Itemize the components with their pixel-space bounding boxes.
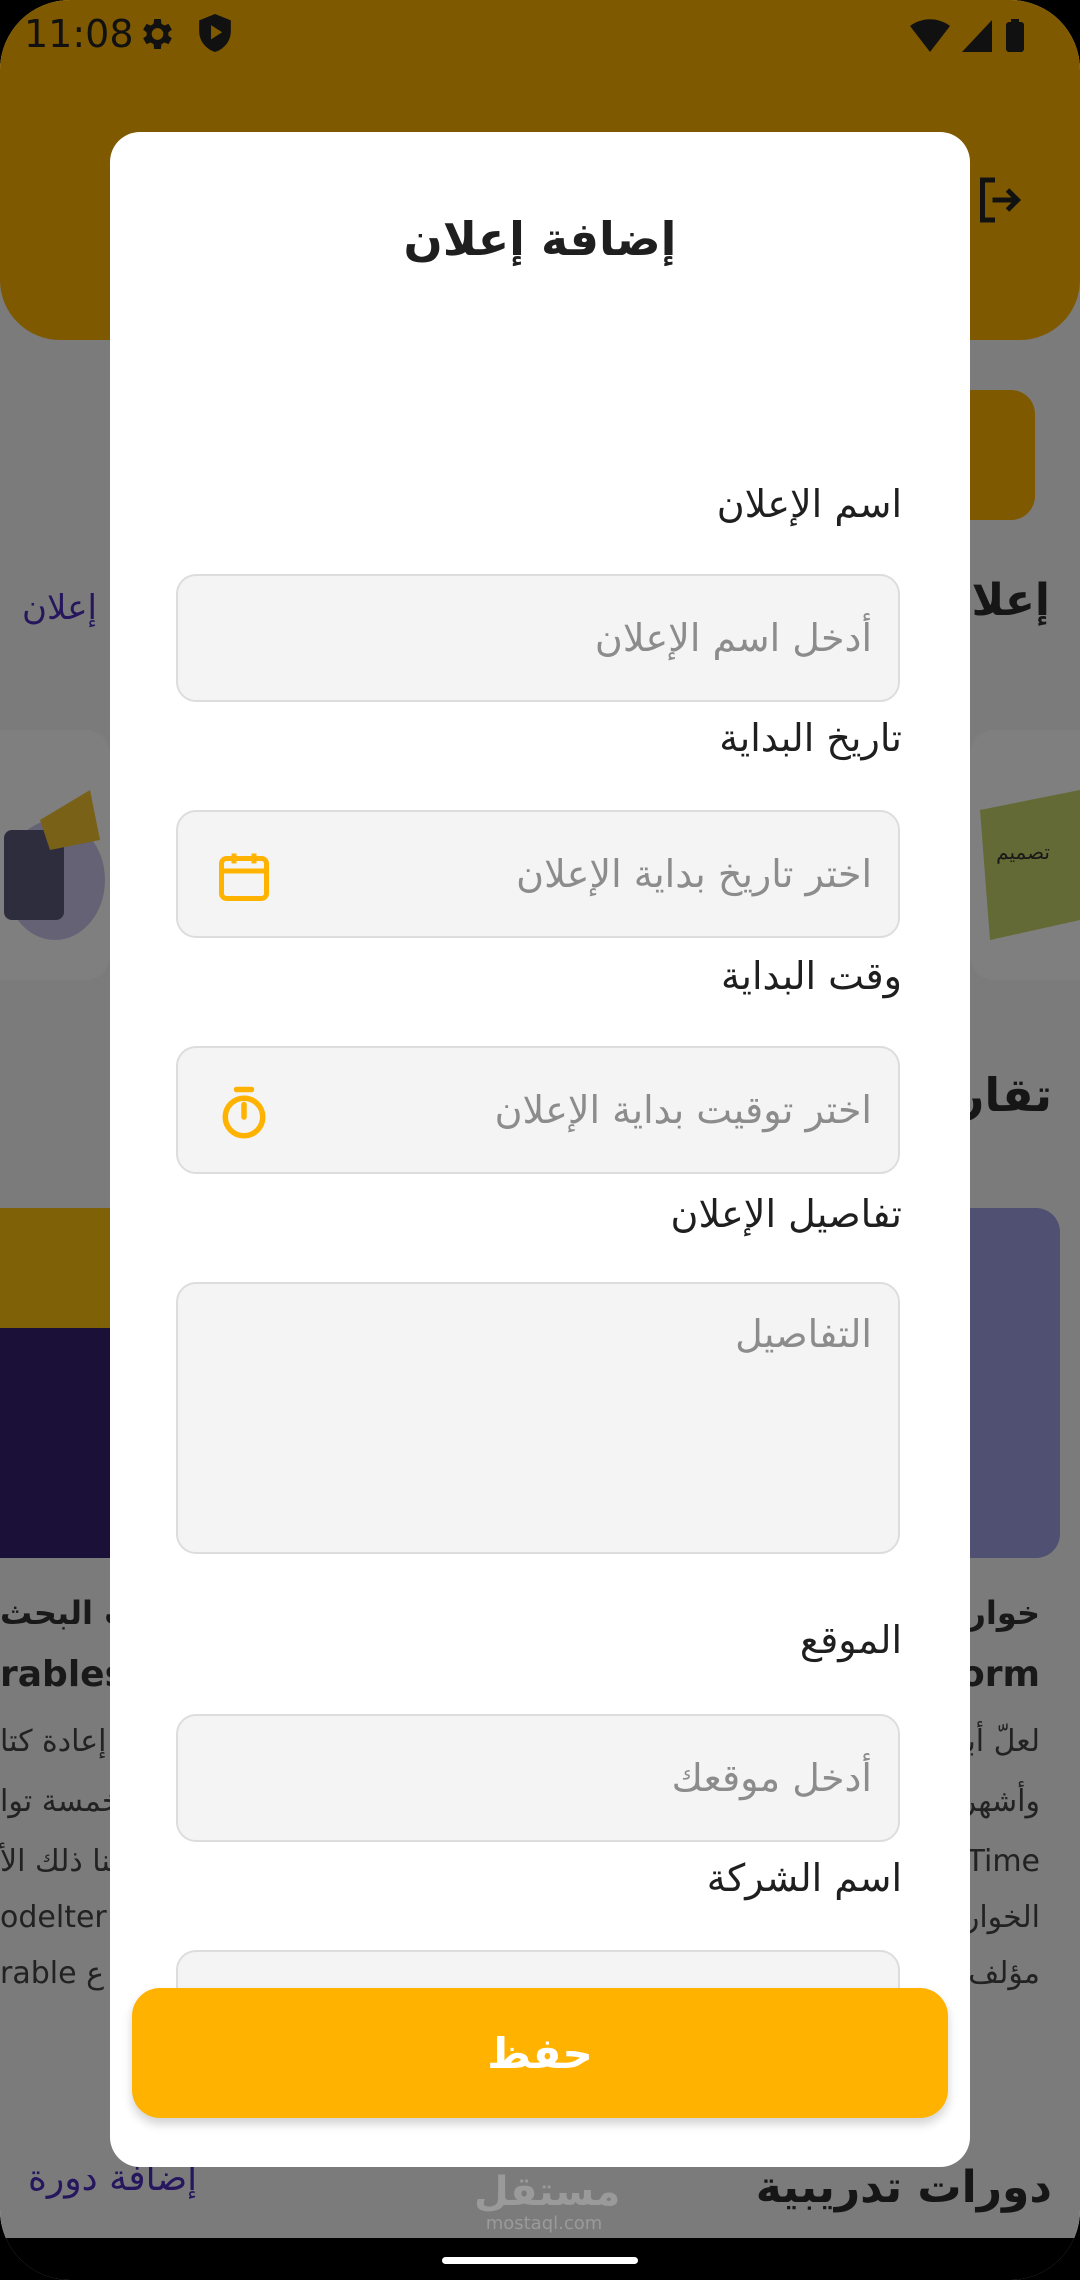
watermark: مستقل mostaql.com (474, 2169, 621, 2234)
start-date-placeholder: اختر تاريخ بداية الإعلان (516, 852, 872, 896)
save-button[interactable]: حفظ (132, 1988, 948, 2118)
stopwatch-icon[interactable] (214, 1082, 274, 1142)
start-time-picker[interactable]: اختر توقيت بداية الإعلان (176, 1046, 900, 1174)
form-scroll-area[interactable]: اسم الإعلان أدخل اسم الإعلان تاريخ البدا… (110, 312, 970, 2030)
watermark-url: mostaql.com (485, 2213, 603, 2234)
location-input[interactable]: أدخل موقعك (176, 1714, 900, 1842)
details-placeholder: التفاصيل (735, 1312, 872, 1356)
details-label: تفاصيل الإعلان (670, 1192, 902, 1236)
start-date-label: تاريخ البداية (719, 716, 902, 760)
ad-name-input[interactable]: أدخل اسم الإعلان (176, 574, 900, 702)
start-date-picker[interactable]: اختر تاريخ بداية الإعلان (176, 810, 900, 938)
ad-name-label: اسم الإعلان (716, 482, 902, 526)
details-textarea[interactable]: التفاصيل (176, 1282, 900, 1554)
ad-name-placeholder: أدخل اسم الإعلان (594, 616, 872, 660)
start-time-label: وقت البداية (721, 954, 902, 998)
watermark-arabic: مستقل (474, 2169, 621, 2215)
home-indicator[interactable] (442, 2257, 638, 2264)
screen: 11:08 إعلا إعلان تصميم تقار (0, 0, 1080, 2280)
location-label: الموقع (799, 1618, 902, 1662)
dialog-title: إضافة إعلان (403, 212, 677, 266)
location-placeholder: أدخل موقعك (671, 1756, 872, 1800)
company-label: اسم الشركة (706, 1856, 902, 1900)
add-ad-dialog: إضافة إعلان اسم الإعلان أدخل اسم الإعلان… (110, 132, 970, 2167)
start-time-placeholder: اختر توقيت بداية الإعلان (494, 1088, 872, 1132)
calendar-icon[interactable] (214, 846, 274, 906)
